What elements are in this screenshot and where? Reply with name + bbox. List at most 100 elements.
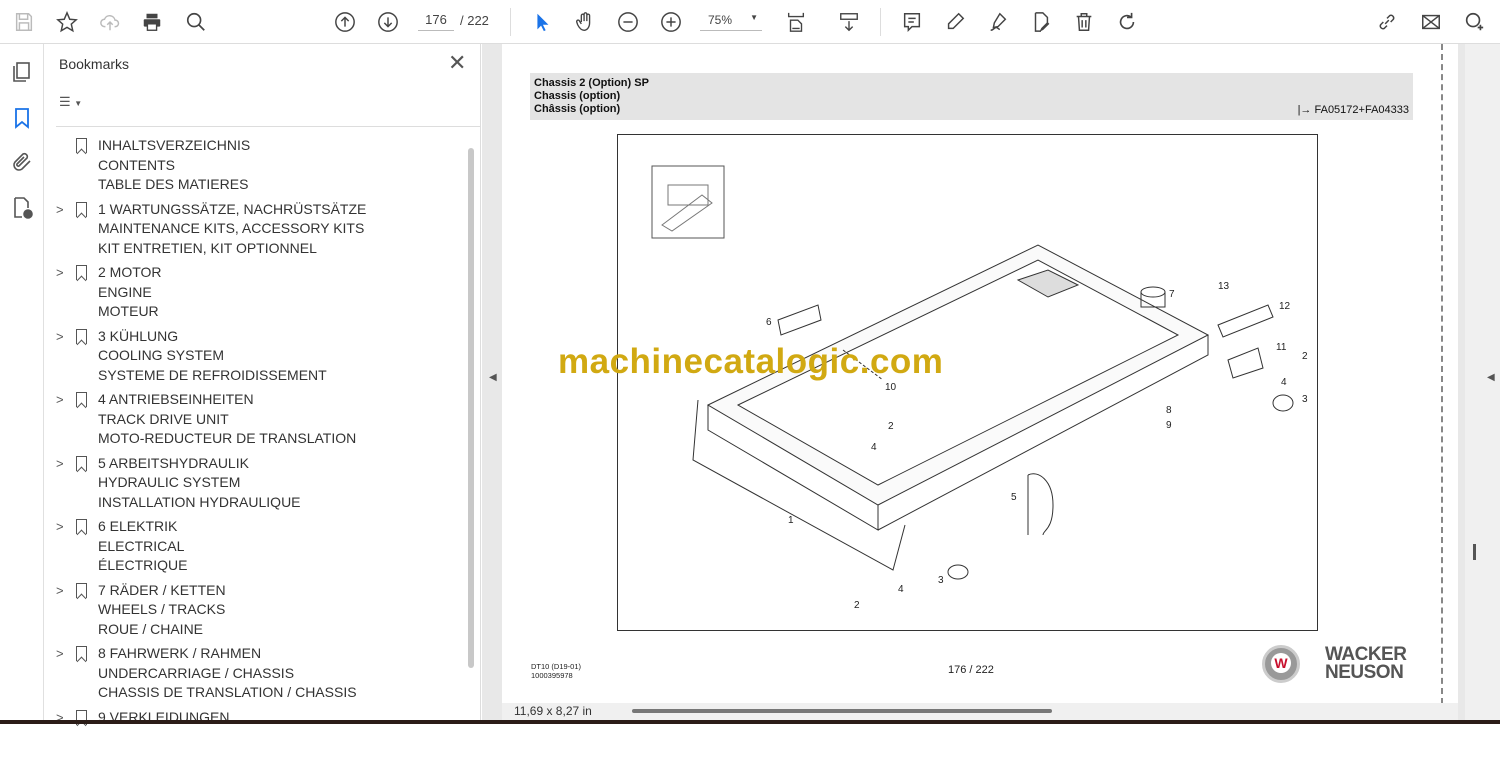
callout-label: 5: [1011, 492, 1017, 503]
bookmark-icon: [76, 329, 87, 344]
edit-pdf-icon[interactable]: [1027, 8, 1055, 36]
bookmark-icon: [76, 583, 87, 598]
email-icon[interactable]: [1417, 8, 1445, 36]
footer-model-info: DT10 (D19-01) 1000395978: [531, 662, 581, 680]
close-icon[interactable]: ✕: [448, 50, 466, 76]
expand-right-panel-arrow-icon[interactable]: ◀: [1487, 372, 1495, 383]
bookmark-label: CHASSIS DE TRANSLATION / CHASSIS: [98, 683, 464, 703]
page-dimensions: 11,69 x 8,27 in: [514, 704, 592, 718]
callout-label: 2: [1302, 351, 1308, 362]
callout-label: 10: [885, 382, 896, 393]
attachments-icon[interactable]: [10, 150, 34, 174]
zoom-value: 75%: [708, 13, 732, 27]
bookmark-item[interactable]: INHALTSVERZEICHNISCONTENTSTABLE DES MATI…: [44, 136, 464, 200]
watermark: machinecatalogic.com: [558, 342, 943, 382]
expand-chevron-icon[interactable]: >: [56, 708, 64, 728]
chassis-drawing: [618, 135, 1319, 632]
horizontal-scrollbar[interactable]: [632, 709, 1052, 713]
bookmark-label: MAINTENANCE KITS, ACCESSORY KITS: [98, 219, 464, 239]
collapse-panel-arrow-icon[interactable]: ◀: [489, 372, 497, 383]
parts-diagram: 1 2 3 4 5 6 7 8 9 10 11 12 13 2 3 4 2 4: [617, 134, 1318, 631]
bookmark-label: 5 ARBEITSHYDRAULIK: [98, 454, 464, 474]
callout-label: 9: [1166, 420, 1172, 431]
bookmark-item[interactable]: >9 VERKLEIDUNGEN: [44, 708, 464, 771]
save-icon[interactable]: [10, 8, 38, 36]
page-fit-icon[interactable]: [782, 8, 810, 36]
divider: [510, 8, 511, 36]
star-icon[interactable]: [53, 8, 81, 36]
zoom-out-button[interactable]: [614, 8, 642, 36]
brand-logo-text: WACKER NEUSON: [1325, 646, 1406, 682]
bookmark-label: CONTENTS: [98, 156, 464, 176]
print-icon[interactable]: [138, 8, 166, 36]
bookmark-item[interactable]: >2 MOTORENGINEMOTEUR: [44, 263, 464, 327]
callout-label: 4: [1281, 377, 1287, 388]
add-user-icon[interactable]: [1460, 8, 1488, 36]
bookmark-label: ROUE / CHAINE: [98, 620, 464, 640]
bookmark-item[interactable]: >3 KÜHLUNGCOOLING SYSTEMSYSTEME DE REFRO…: [44, 327, 464, 391]
document-properties-icon[interactable]: [10, 196, 34, 220]
bookmark-item[interactable]: >4 ANTRIEBSEINHEITENTRACK DRIVE UNITMOTO…: [44, 390, 464, 454]
bookmark-label: MOTO-REDUCTEUR DE TRANSLATION: [98, 429, 464, 449]
bookmark-item[interactable]: >7 RÄDER / KETTENWHEELS / TRACKSROUE / C…: [44, 581, 464, 645]
bookmark-label: WHEELS / TRACKS: [98, 600, 464, 620]
bookmark-label: ÉLECTRIQUE: [98, 556, 464, 576]
bookmark-label: INSTALLATION HYDRAULIQUE: [98, 493, 464, 513]
page-total: / 222: [460, 13, 489, 28]
highlight-pen-icon[interactable]: [941, 8, 969, 36]
expand-chevron-icon[interactable]: >: [56, 644, 64, 664]
chevron-down-icon: ▼: [74, 99, 82, 108]
bookmarks-panel: Bookmarks ✕ ☰ ▼ INHALTSVERZEICHNISCONTEN…: [44, 44, 481, 720]
scroll-thumb[interactable]: [1473, 544, 1476, 560]
divider: [56, 126, 480, 127]
bookmark-item[interactable]: >1 WARTUNGSSÄTZE, NACHRÜSTSÄTZEMAINTENAN…: [44, 200, 464, 264]
bookmark-item[interactable]: >8 FAHRWERK / RAHMENUNDERCARRIAGE / CHAS…: [44, 644, 464, 708]
expand-chevron-icon[interactable]: >: [56, 581, 64, 601]
bookmark-label: 2 MOTOR: [98, 263, 464, 283]
page-number-input[interactable]: 176: [418, 12, 454, 31]
bookmark-item[interactable]: >6 ELEKTRIKELECTRICALÉLECTRIQUE: [44, 517, 464, 581]
page-boundary: [1441, 44, 1443, 704]
callout-label: 7: [1169, 289, 1175, 300]
bookmarks-icon[interactable]: [10, 106, 34, 130]
comment-icon[interactable]: [898, 8, 926, 36]
bookmark-icon: [76, 265, 87, 280]
expand-chevron-icon[interactable]: >: [56, 454, 64, 474]
callout-label: 1: [788, 515, 794, 526]
expand-chevron-icon[interactable]: >: [56, 517, 64, 537]
previous-page-button[interactable]: [331, 8, 359, 36]
bookmark-label: 1 WARTUNGSSÄTZE, NACHRÜSTSÄTZE: [98, 200, 464, 220]
bookmark-list: INHALTSVERZEICHNISCONTENTSTABLE DES MATI…: [44, 136, 464, 771]
page-thumbnails-icon[interactable]: [10, 60, 34, 84]
bookmark-label: HYDRAULIC SYSTEM: [98, 473, 464, 493]
hand-tool-icon[interactable]: [571, 8, 599, 36]
callout-label: 13: [1218, 281, 1229, 292]
zoom-in-button[interactable]: [657, 8, 685, 36]
scroll-mode-icon[interactable]: [835, 8, 863, 36]
search-icon[interactable]: [182, 8, 210, 36]
expand-chevron-icon[interactable]: >: [56, 263, 64, 283]
expand-chevron-icon[interactable]: >: [56, 200, 64, 220]
bookmark-icon: [76, 392, 87, 407]
expand-chevron-icon[interactable]: >: [56, 327, 64, 347]
bookmark-item[interactable]: >5 ARBEITSHYDRAULIKHYDRAULIC SYSTEMINSTA…: [44, 454, 464, 518]
sign-icon[interactable]: [984, 8, 1012, 36]
page-header: Chassis 2 (Option) SP Chassis (option) C…: [530, 73, 1413, 120]
bookmark-label: MOTEUR: [98, 302, 464, 322]
bookmark-options-button[interactable]: ☰ ▼: [59, 94, 82, 110]
trash-icon[interactable]: [1070, 8, 1098, 36]
select-cursor-icon[interactable]: [528, 8, 556, 36]
share-link-icon[interactable]: [1373, 8, 1401, 36]
callout-label: 4: [898, 584, 904, 595]
bookmark-label: ELECTRICAL: [98, 537, 464, 557]
callout-label: 2: [854, 600, 860, 611]
bookmark-label: 8 FAHRWERK / RAHMEN: [98, 644, 464, 664]
bookmark-icon: [76, 519, 87, 534]
expand-chevron-icon[interactable]: >: [56, 390, 64, 410]
next-page-button[interactable]: [374, 8, 402, 36]
rotate-icon[interactable]: [1113, 8, 1141, 36]
zoom-select[interactable]: 75%▼: [700, 13, 762, 31]
vertical-scrollbar[interactable]: ◀: [1465, 44, 1500, 720]
panel-scrollbar[interactable]: [468, 148, 474, 668]
cloud-upload-icon[interactable]: [96, 8, 124, 36]
